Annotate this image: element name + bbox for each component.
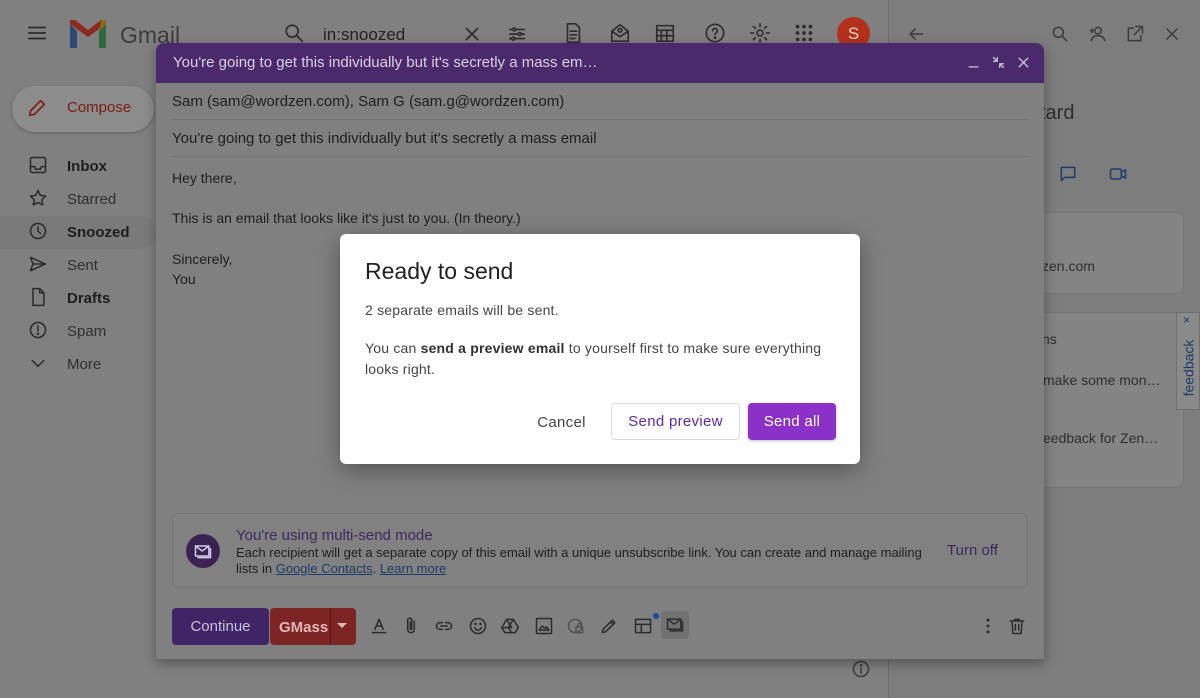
sidebar-item-label: Inbox [67,158,107,175]
dialog-preview-hint: You can send a preview email to yourself… [365,340,822,377]
compose-header[interactable]: You're going to get this individually bu… [156,43,1044,83]
insert-photo-icon[interactable] [534,616,554,636]
pencil-icon [26,97,48,119]
multi-send-mail-icon[interactable] [661,611,689,639]
gmass-label: GMass [279,619,329,636]
spam-icon [28,320,48,340]
document-icon[interactable] [562,22,584,44]
signature-pen-icon[interactable] [599,616,619,636]
minimize-icon[interactable] [966,55,981,70]
sidebar-item-label: Sent [67,257,98,274]
feedback-close-icon[interactable]: × [1183,313,1190,327]
sidebar-item-label: Spam [67,323,107,340]
more-options-icon[interactable] [978,616,998,636]
sidebar-item-more[interactable]: More [0,348,156,381]
panel-title-fragment: tard [1040,102,1075,124]
feedback-label[interactable]: feedback [1180,340,1196,397]
sidebar-item-drafts[interactable]: Drafts [0,282,156,315]
send-icon [28,254,48,274]
close-icon[interactable] [1162,24,1182,44]
inbox-icon [28,155,48,175]
drive-icon[interactable] [500,616,520,636]
sidebar-item-label: Drafts [67,290,111,307]
exit-fullscreen-icon[interactable] [991,55,1006,70]
gmass-divider [330,608,331,645]
contact-card [1040,212,1184,294]
gmass-dropdown-icon[interactable] [337,623,347,628]
apps-grid-icon[interactable] [793,22,815,44]
sidebar-item-starred[interactable]: Starred [0,183,156,216]
chevron-down-icon [28,353,48,373]
sidebar-item-label: Snoozed [67,224,130,241]
emoji-icon[interactable] [468,616,488,636]
turn-off-button[interactable]: Turn off [947,542,998,559]
send-preview-button[interactable]: Send preview [611,403,740,440]
subject-value: You're going to get this individually bu… [172,130,597,147]
calendar-grid-icon[interactable] [654,22,676,44]
video-icon[interactable] [1108,164,1128,184]
ready-to-send-dialog: Ready to send 2 separate emails will be … [340,234,860,464]
clock-icon [28,221,48,241]
dialog-message: 2 separate emails will be sent. [365,302,559,318]
body-line[interactable]: This is an email that looks like it's ju… [172,210,521,226]
sidebar-item-snoozed[interactable]: Snoozed [0,216,156,249]
compose-toolbar: Continue GMass [156,603,1044,649]
confidential-mode-icon[interactable] [566,616,586,636]
search-options-icon[interactable] [506,23,528,45]
settings-gear-icon[interactable] [749,22,771,44]
draft-icon [28,287,48,307]
search-input[interactable]: in:snoozed [323,25,405,45]
google-contacts-link[interactable]: Google Contacts [276,561,373,576]
learn-more-link[interactable]: Learn more [380,561,446,576]
gmail-logo-icon[interactable] [68,18,108,50]
open-new-window-icon[interactable] [1125,24,1145,44]
continue-button[interactable]: Continue [172,608,269,645]
multi-send-title: You're using multi-send mode [236,527,433,544]
multi-send-description: Each recipient will get a separate copy … [236,545,922,576]
contact-email-fragment: zen.com [1042,258,1095,274]
panel-item-fragment: make some mon… [1043,372,1161,388]
details-card [1040,312,1184,488]
add-person-icon[interactable] [1088,24,1108,44]
sidebar-item-spam[interactable]: Spam [0,315,156,348]
section-label-fragment: ns [1042,331,1057,347]
body-closing[interactable]: Sincerely, [172,251,232,267]
mail-open-icon[interactable] [609,22,631,44]
info-icon[interactable] [851,659,871,679]
panel-item-fragment: eedback for Zen… [1043,430,1159,446]
compose-window-title: You're going to get this individually bu… [173,54,598,71]
trash-icon[interactable] [1007,616,1027,636]
link-icon[interactable] [434,616,454,636]
clear-search-icon[interactable] [461,23,483,45]
sidebar-item-inbox[interactable]: Inbox [0,150,156,183]
recipients-value: Sam (sam@wordzen.com), Sam G (sam.g@word… [172,93,565,110]
gmass-mail-icon [186,534,220,568]
body-greeting[interactable]: Hey there, [172,170,237,186]
sidebar-item-label: More [67,356,102,373]
sidebar-item-sent[interactable]: Sent [0,249,156,282]
dialog-title: Ready to send [365,258,514,284]
sidebar-item-label: Starred [67,191,117,208]
recipients-field[interactable]: Sam (sam@wordzen.com), Sam G (sam.g@word… [172,83,1028,120]
gmass-button[interactable]: GMass [270,608,356,645]
cancel-button[interactable]: Cancel [519,404,604,440]
body-signature[interactable]: You [172,271,196,287]
send-all-button[interactable]: Send all [748,403,836,440]
attach-icon[interactable] [401,616,421,636]
notification-dot [653,613,659,619]
help-icon[interactable] [704,22,726,44]
chat-icon[interactable] [1058,164,1078,184]
subject-field[interactable]: You're going to get this individually bu… [172,120,1028,157]
main-menu-icon[interactable] [26,22,48,44]
search-icon[interactable] [283,22,305,44]
layout-template-icon[interactable] [633,616,653,636]
back-arrow-icon[interactable] [906,24,926,44]
text-format-icon[interactable] [369,616,389,636]
search-icon[interactable] [1050,24,1070,44]
sidebar-nav: Inbox Starred Snoozed Sent Drafts Spam M… [0,150,156,381]
compose-label: Compose [67,99,132,116]
multi-send-banner: You're using multi-send mode Each recipi… [172,513,1028,588]
close-icon[interactable] [1016,55,1031,70]
star-icon [28,188,48,208]
